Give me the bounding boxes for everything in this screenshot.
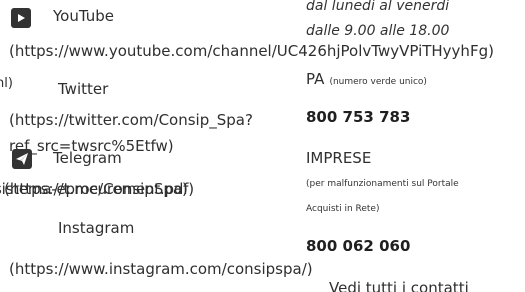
imprese-label: IMPRESE [306,149,372,167]
hours-line-1: dal lunedì al venerdì [306,0,450,14]
twitter-icon[interactable] [12,80,32,100]
instagram-label[interactable]: Instagram [58,219,134,237]
imprese-note-line-1: (per malfunzionamenti sul Portale [306,179,459,189]
page: dal lunedì al venerdì dalle 9.00 alle 18… [0,0,525,292]
instagram-url[interactable]: (https://www.instagram.com/consipspa/) [9,260,313,278]
imprese-note-line-2: Acquisti in Rete) [306,204,380,214]
pa-label-row: PA (numero verde unico) [306,69,427,88]
cutoff-text-top: nl) [0,76,13,91]
telegram-label[interactable]: Telegram [53,149,122,167]
telegram-icon[interactable] [12,149,32,169]
pa-label: PA [306,70,325,88]
pa-phone[interactable]: 800 753 783 [306,108,410,126]
all-contacts-link[interactable]: Vedi tutti i contatti [329,279,469,292]
youtube-url[interactable]: (https://www.youtube.com/channel/UC426hj… [9,42,494,60]
youtube-icon[interactable] [11,8,31,28]
telegram-plane-glyph [16,153,28,165]
twitter-url-line-1[interactable]: (https://twitter.com/Consip_Spa? [9,111,253,129]
instagram-icon[interactable] [12,219,32,239]
twitter-label[interactable]: Twitter [58,80,108,98]
twitter-bird-glyph [14,83,30,97]
instagram-camera-glyph [13,220,31,238]
hours-line-2: dalle 9.00 alle 18.00 [306,23,450,39]
pa-note: (numero verde unico) [329,77,427,87]
youtube-label[interactable]: YouTube [53,7,114,25]
imprese-phone[interactable]: 800 062 060 [306,237,410,255]
youtube-play-glyph [18,14,25,22]
telegram-url[interactable]: (https://t.me/ConsipSpa) [4,180,188,198]
